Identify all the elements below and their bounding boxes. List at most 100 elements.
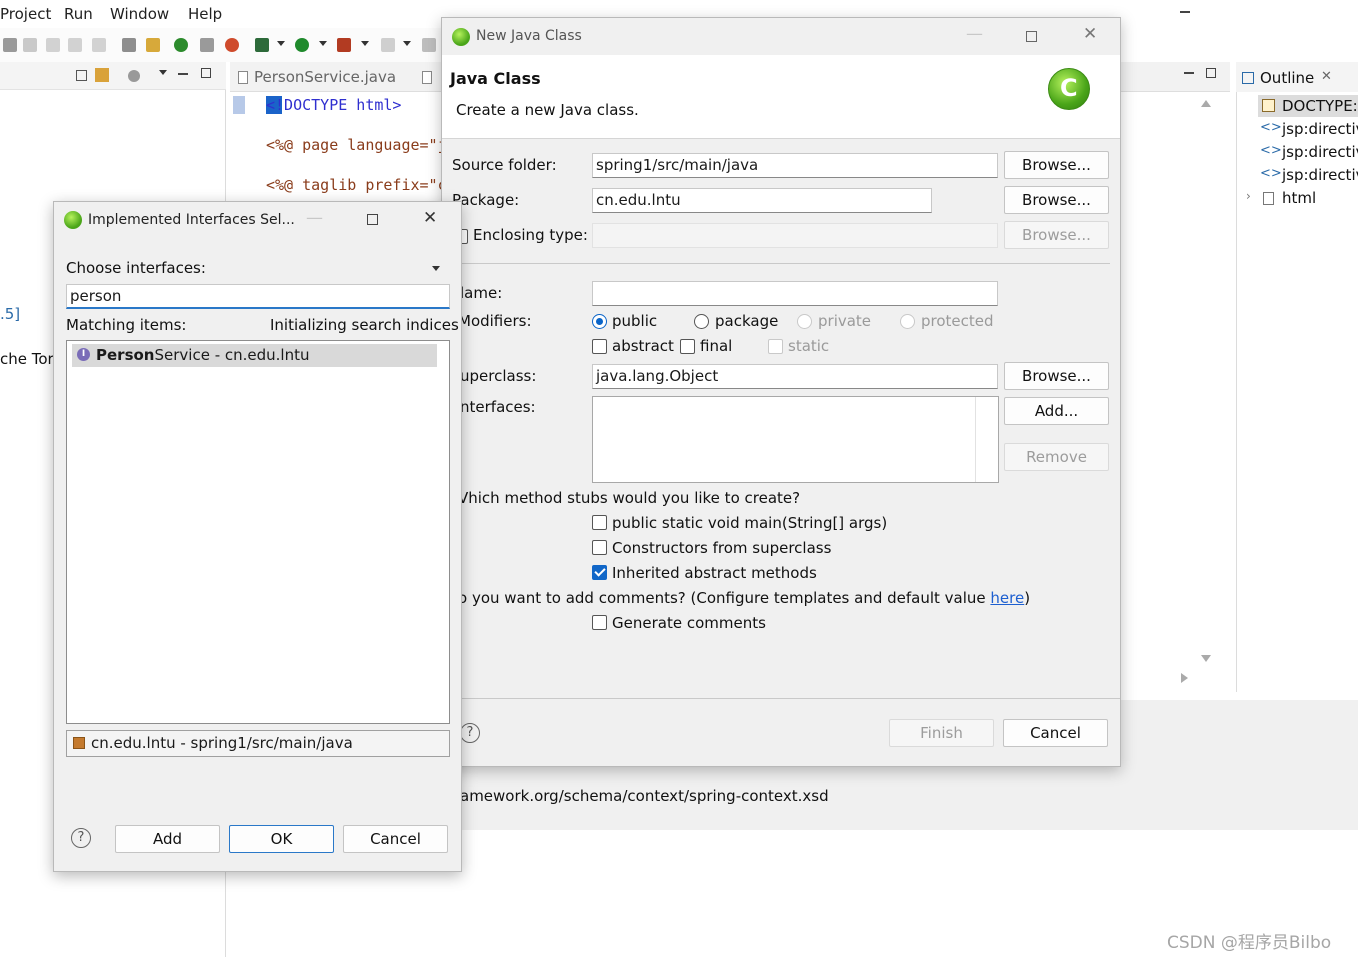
static-checkbox[interactable] xyxy=(768,339,783,354)
step-return-icon[interactable] xyxy=(92,38,106,52)
disconnect-icon[interactable] xyxy=(23,38,37,52)
toolbar-more-icon[interactable] xyxy=(422,38,436,52)
collapse-all-icon[interactable] xyxy=(76,70,87,81)
code-line-taglib[interactable]: <%@ taglib prefix="c xyxy=(266,176,447,194)
editor-minimize-icon[interactable] xyxy=(1184,72,1194,74)
tag-icon: <> xyxy=(1260,143,1282,158)
choose-interfaces-label: Choose interfaces: xyxy=(66,259,206,277)
minimize-icon[interactable] xyxy=(178,73,188,75)
private-radio[interactable] xyxy=(797,314,812,329)
superclass-browse-button[interactable]: Browse... xyxy=(1004,362,1109,390)
menu-help[interactable]: Help xyxy=(188,5,222,23)
source-folder-field[interactable]: spring1/src/main/java xyxy=(592,153,998,178)
source-folder-label: Source folder: xyxy=(452,156,557,174)
name-field[interactable] xyxy=(592,281,998,306)
generate-comments-checkbox[interactable] xyxy=(592,615,607,630)
server-icon[interactable] xyxy=(174,38,188,52)
stop-server-icon[interactable] xyxy=(381,38,395,52)
chevron-down-icon[interactable] xyxy=(319,41,327,46)
wand-icon[interactable] xyxy=(146,38,160,52)
maximize-icon[interactable] xyxy=(367,214,378,225)
outline-title[interactable]: Outline xyxy=(1260,69,1314,87)
constructors-checkbox[interactable] xyxy=(592,540,607,555)
outline-icon xyxy=(1242,72,1254,84)
public-radio[interactable] xyxy=(592,314,607,329)
scroll-up-icon[interactable] xyxy=(1201,100,1211,107)
tab-person-service[interactable]: PersonService.java xyxy=(254,68,396,86)
final-label: final xyxy=(700,337,733,355)
chevron-down-icon[interactable] xyxy=(432,266,440,271)
close-icon[interactable]: ✕ xyxy=(1321,69,1332,84)
separator xyxy=(458,263,1110,264)
minimize-icon[interactable] xyxy=(1180,11,1190,13)
matching-items-label: Matching items: xyxy=(66,316,187,334)
add-button[interactable]: Add xyxy=(115,825,220,853)
chevron-down-icon[interactable] xyxy=(361,41,369,46)
java-file-icon[interactable] xyxy=(422,71,432,84)
scroll-down-icon[interactable] xyxy=(1201,655,1211,662)
finish-button[interactable]: Finish xyxy=(889,719,994,747)
watermark: CSDN @程序员Bilbo xyxy=(1167,933,1332,953)
scroll-right-icon[interactable] xyxy=(1181,673,1188,683)
package-browse-button[interactable]: Browse... xyxy=(1004,186,1109,214)
outline-item[interactable]: jsp:directiv xyxy=(1282,166,1358,184)
close-icon[interactable]: ✕ xyxy=(1083,24,1097,44)
cancel-button[interactable]: Cancel xyxy=(1003,719,1108,747)
remove-interface-button[interactable]: Remove xyxy=(1004,443,1109,471)
ok-button[interactable]: OK xyxy=(229,825,334,853)
source-folder-browse-button[interactable]: Browse... xyxy=(1004,151,1109,179)
configure-templates-link[interactable]: here xyxy=(990,589,1024,607)
inherited-methods-checkbox[interactable] xyxy=(592,565,607,580)
cancel-button[interactable]: Cancel xyxy=(343,825,448,853)
filter-icon[interactable] xyxy=(122,38,136,52)
superclass-field[interactable]: java.lang.Object xyxy=(592,364,998,389)
add-interface-button[interactable]: Add... xyxy=(1004,397,1109,425)
code-line-page[interactable]: <%@ page language="j xyxy=(266,136,447,154)
protected-radio[interactable] xyxy=(900,314,915,329)
outline-item[interactable]: html xyxy=(1282,189,1316,207)
view-menu-icon[interactable] xyxy=(159,70,167,75)
outline-item[interactable]: jsp:directiv xyxy=(1282,143,1358,161)
matching-items-list[interactable]: I PersonService - cn.edu.lntu xyxy=(66,340,450,724)
console-icon[interactable] xyxy=(200,38,214,52)
run-icon[interactable] xyxy=(295,38,309,52)
chevron-down-icon[interactable] xyxy=(277,41,285,46)
close-icon[interactable]: ✕ xyxy=(423,208,437,228)
minimize-icon[interactable]: — xyxy=(966,24,983,44)
expand-arrow-icon[interactable]: › xyxy=(1246,189,1251,203)
maximize-icon[interactable] xyxy=(1026,31,1037,42)
menu-project[interactable]: Project xyxy=(0,5,51,23)
main-stub-checkbox[interactable] xyxy=(592,515,607,530)
outline-item[interactable]: DOCTYPE:h xyxy=(1282,97,1358,115)
package-radio[interactable] xyxy=(694,314,709,329)
maximize-icon[interactable] xyxy=(201,68,211,78)
help-icon[interactable]: ? xyxy=(460,723,480,743)
step-over-icon[interactable] xyxy=(68,38,82,52)
minimize-icon[interactable]: — xyxy=(306,208,323,228)
filter-icon[interactable] xyxy=(128,70,140,82)
interface-search-input[interactable]: person xyxy=(66,284,450,309)
chevron-down-icon[interactable] xyxy=(403,41,411,46)
menu-run[interactable]: Run xyxy=(64,5,93,23)
external-tools-icon[interactable] xyxy=(337,38,351,52)
list-item[interactable]: I PersonService - cn.edu.lntu xyxy=(72,344,437,367)
enclosing-type-browse-button[interactable]: Browse... xyxy=(1004,221,1109,249)
code-line-doctype[interactable]: <!DOCTYPE html> xyxy=(266,96,402,114)
menu-window[interactable]: Window xyxy=(110,5,169,23)
link-editor-icon[interactable] xyxy=(95,68,109,82)
spring-run-icon[interactable] xyxy=(225,38,239,52)
help-icon[interactable]: ? xyxy=(71,828,91,848)
package-field[interactable]: cn.edu.lntu xyxy=(592,188,932,213)
step-icon[interactable] xyxy=(46,38,60,52)
enclosing-type-field[interactable] xyxy=(592,223,998,248)
outline-item[interactable]: jsp:directiv xyxy=(1282,120,1358,138)
interfaces-list[interactable] xyxy=(592,396,999,483)
list-scrollbar[interactable] xyxy=(975,397,976,482)
editor-maximize-icon[interactable] xyxy=(1206,68,1216,78)
outline-header: Outline ✕ xyxy=(1180,11,1358,92)
abstract-checkbox[interactable] xyxy=(592,339,607,354)
debug-icon[interactable] xyxy=(255,38,269,52)
final-checkbox[interactable] xyxy=(680,339,695,354)
list-item-label: Service - cn.edu.lntu xyxy=(154,346,310,364)
stop-icon[interactable] xyxy=(3,38,17,52)
